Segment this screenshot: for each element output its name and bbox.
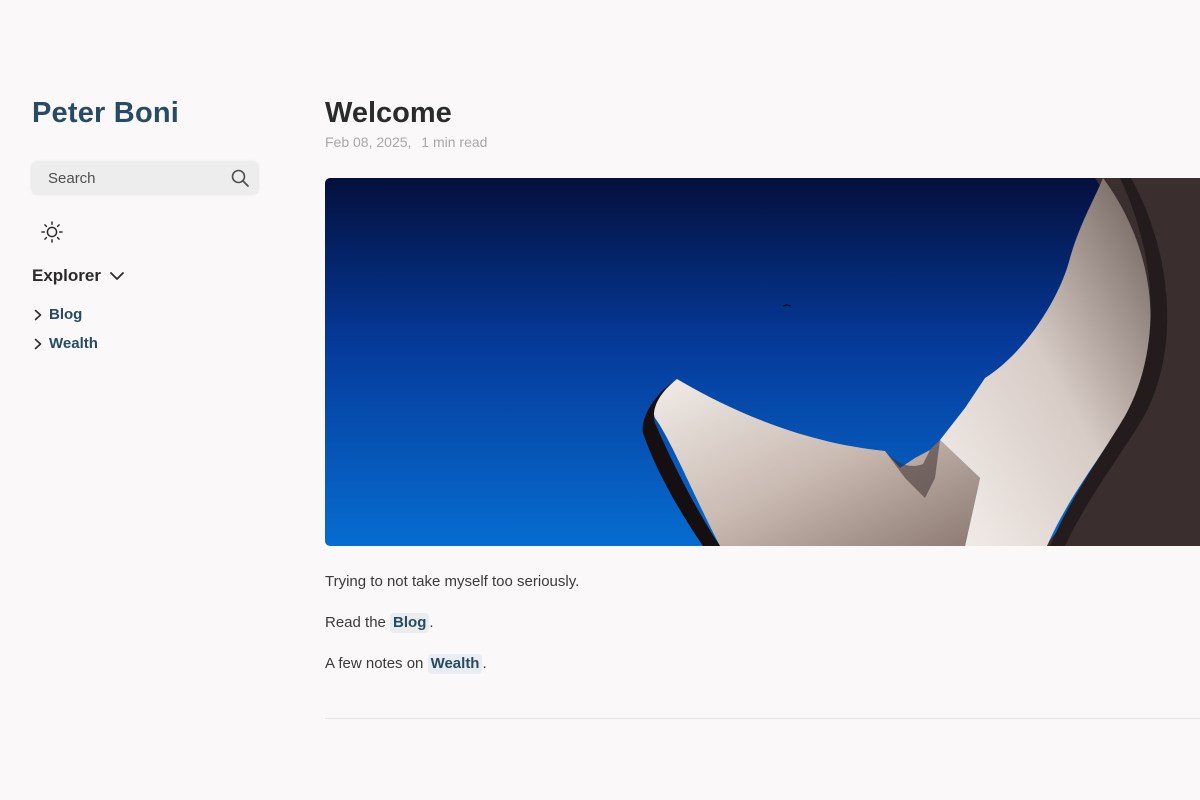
explorer-item-blog[interactable]: Blog	[32, 300, 258, 329]
paragraph-text: .	[482, 655, 487, 672]
wealth-link[interactable]: Wealth	[427, 654, 483, 674]
article-read-time: 1 min read	[421, 134, 488, 150]
site-title[interactable]: Peter Boni	[32, 96, 179, 130]
explorer-item-label: Blog	[49, 306, 83, 323]
sun-icon	[41, 221, 63, 243]
explorer-item-label: Wealth	[49, 335, 98, 352]
paragraph-text: .	[429, 614, 434, 631]
chevron-right-icon	[34, 338, 42, 349]
divider	[325, 718, 1200, 719]
paragraph-wealth: A few notes on Wealth.	[325, 654, 1200, 674]
paragraph-intro: Trying to not take myself too seriously.	[325, 573, 580, 590]
explorer-toggle[interactable]: Explorer	[32, 266, 258, 286]
hero-image	[325, 178, 1200, 546]
search-button[interactable]: Search	[32, 162, 258, 194]
paragraph-blog: Read the Blog.	[325, 613, 1200, 633]
sidebar: Peter Boni Search Explorer Blog Wealth	[32, 96, 258, 358]
explorer-title: Explorer	[32, 266, 101, 285]
article-date: Feb 08, 2025	[325, 134, 408, 150]
article-title: Welcome	[325, 97, 452, 129]
meta-separator: ,	[407, 134, 412, 150]
paragraph-text: A few notes on	[325, 655, 428, 672]
explorer-item-wealth[interactable]: Wealth	[32, 329, 258, 358]
page: Peter Boni Search Explorer Blog Wealth W…	[0, 0, 1200, 800]
search-label: Search	[48, 170, 96, 187]
blog-link[interactable]: Blog	[390, 613, 430, 633]
article-meta: Feb 08, 2025, 1 min read	[325, 134, 1200, 150]
article: Welcome Feb 08, 2025, 1 min read Trying …	[325, 96, 1200, 695]
explorer-list: Blog Wealth	[32, 300, 258, 358]
article-body: Trying to not take myself too seriously.…	[325, 572, 1200, 674]
theme-toggle-button[interactable]	[40, 220, 64, 244]
search-icon	[231, 169, 249, 187]
chevron-right-icon	[34, 309, 42, 320]
chevron-down-icon	[110, 272, 124, 280]
paragraph-text: Read the	[325, 614, 391, 631]
